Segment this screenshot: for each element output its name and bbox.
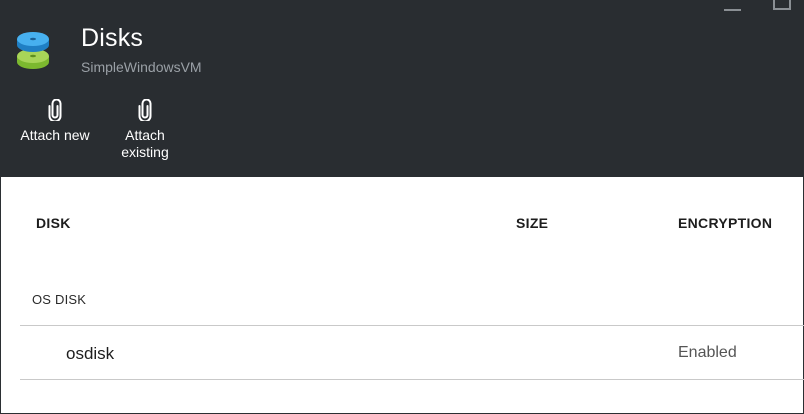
paperclip-icon [138,99,152,121]
paperclip-icon [48,99,62,121]
encryption-status-cell: Enabled [678,344,737,361]
page-title: Disks [81,24,144,52]
table-row[interactable]: osdisk Enabled [20,326,804,379]
column-header-size[interactable]: SIZE [516,215,548,231]
row-divider [20,379,804,380]
page-subtitle: SimpleWindowsVM [81,59,202,75]
minimize-icon[interactable] [724,9,741,11]
attach-new-label: Attach new [20,127,90,143]
column-header-disk[interactable]: DISK [36,215,71,231]
maximize-icon[interactable] [773,0,791,10]
disk-name-cell: osdisk [66,344,115,363]
blade-header: Disks SimpleWindowsVM Attach new Attach … [0,0,804,177]
attach-new-button[interactable]: Attach new [14,99,96,144]
disks-icon [17,32,49,69]
attach-existing-button[interactable]: Attach existing [114,99,176,161]
attach-existing-label-line1: Attach [125,127,165,143]
section-label-os-disk: OS DISK [32,292,87,307]
column-header-encryption[interactable]: ENCRYPTION [678,215,772,231]
attach-existing-label-line2: existing [121,144,169,160]
